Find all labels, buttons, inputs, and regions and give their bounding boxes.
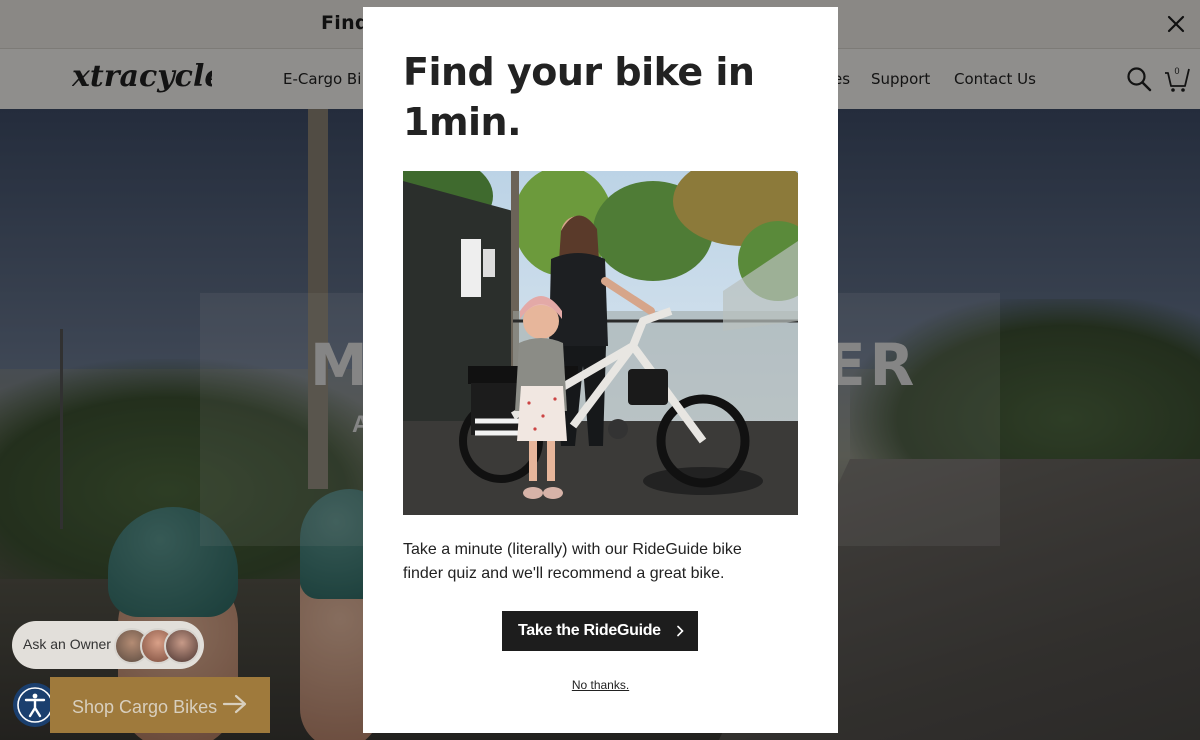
chevron-right-icon	[677, 625, 684, 637]
shop-cargo-bikes-label: Shop Cargo Bikes	[72, 697, 218, 717]
shop-cargo-bikes-button[interactable]: Shop Cargo Bikes	[50, 677, 270, 733]
modal-title: Find your bike in 1min.	[403, 50, 755, 144]
ask-an-owner-widget[interactable]: Ask an Owner	[12, 621, 204, 669]
take-the-rideguide-button[interactable]: Take the RideGuide	[502, 611, 698, 651]
mother-daughter-bike-photo	[403, 171, 798, 515]
rideguide-modal: Find your bike in 1min. Take a minute (l…	[363, 7, 838, 733]
cta-label: Take the RideGuide	[518, 622, 661, 639]
owner-avatar	[164, 628, 200, 664]
arrow-right-icon	[222, 694, 247, 714]
modal-description: Take a minute (literally) with our RideG…	[403, 541, 742, 582]
no-thanks-link[interactable]: No thanks.	[363, 678, 838, 692]
ask-an-owner-label: Ask an Owner	[23, 636, 111, 652]
